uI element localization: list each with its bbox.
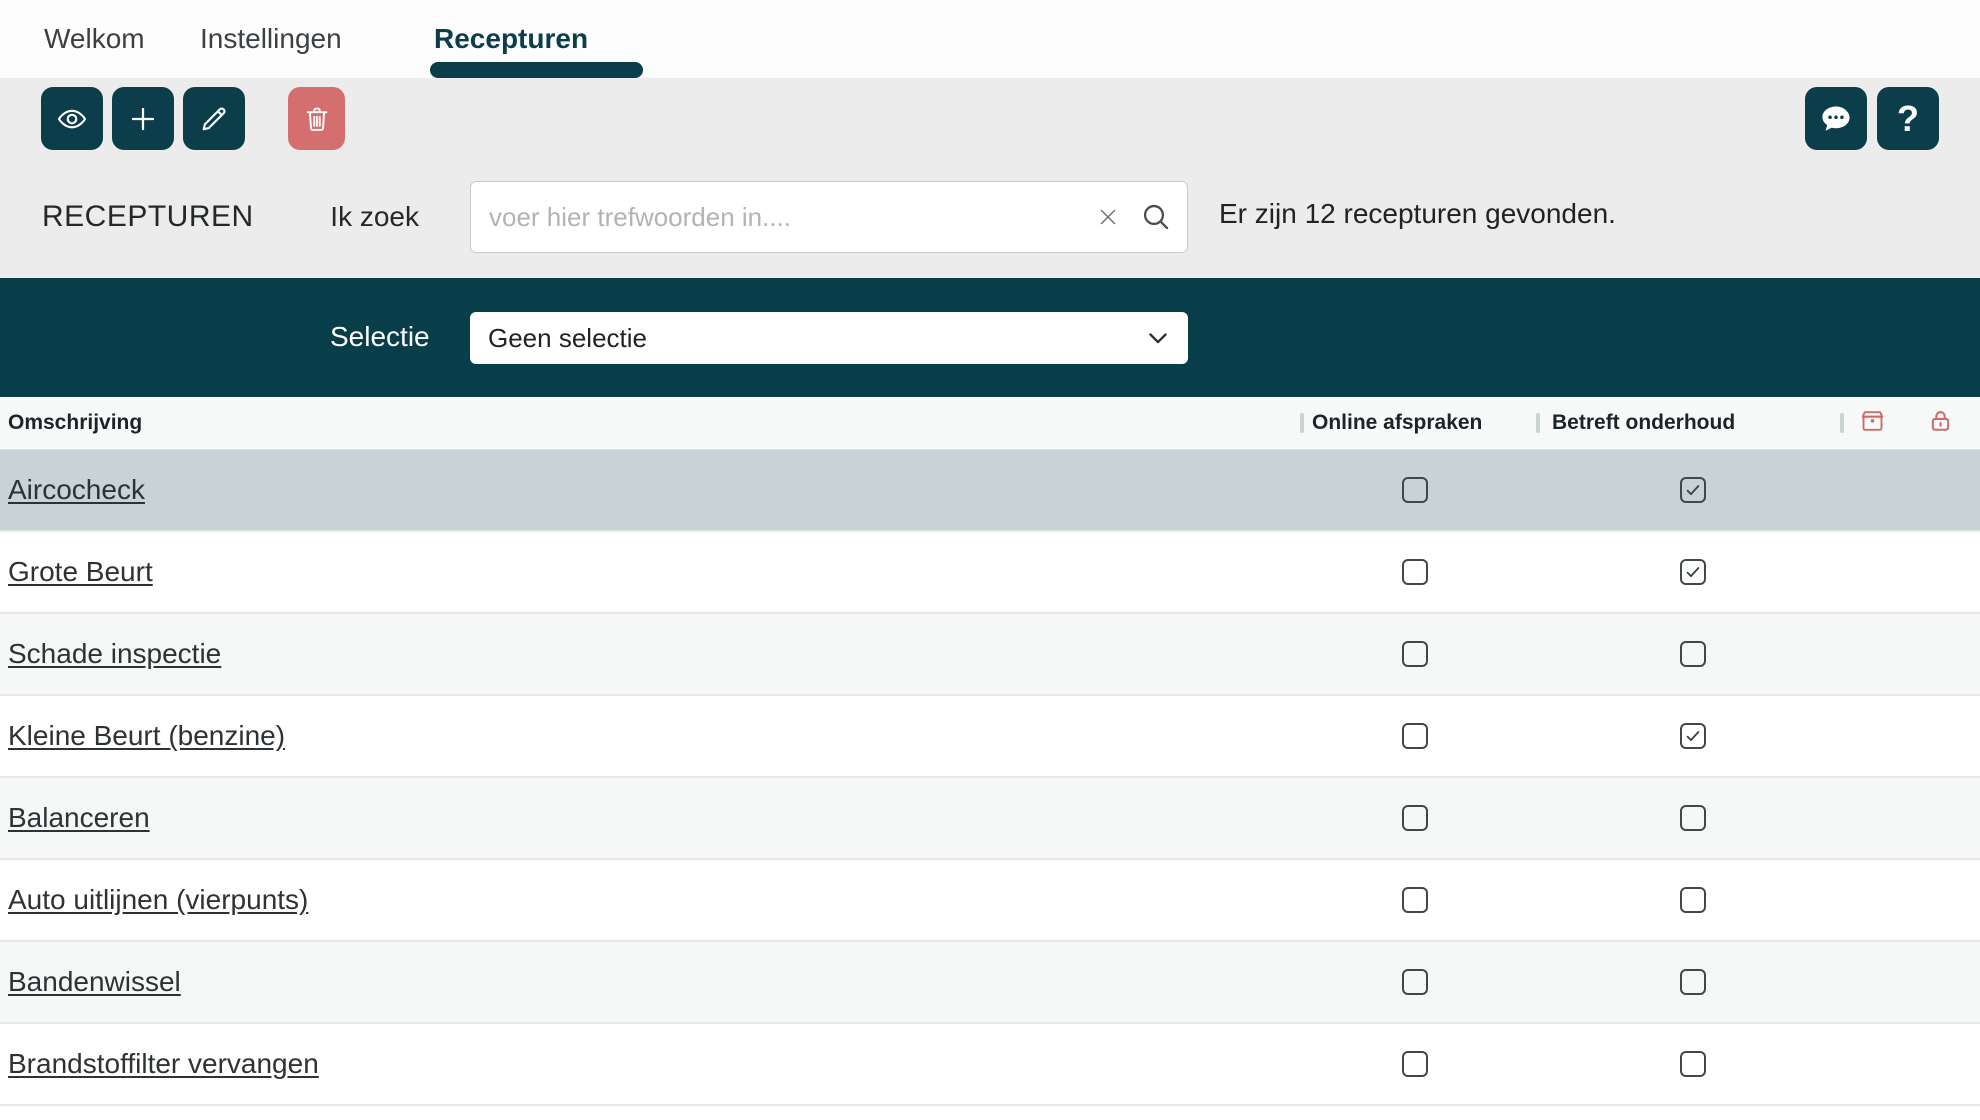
betreft-onderhoud-checkbox[interactable]	[1680, 969, 1706, 995]
row-name-cell: Schade inspectie	[0, 638, 1290, 670]
lock-icon	[1927, 407, 1954, 440]
recepturen-page: Welkom Instellingen Recepturen	[0, 0, 1980, 1120]
betreft-onderhoud-checkbox[interactable]	[1680, 559, 1706, 585]
row-online-cell	[1290, 477, 1540, 503]
row-online-cell	[1290, 969, 1540, 995]
plus-icon	[127, 103, 159, 135]
tab-welkom[interactable]: Welkom	[44, 0, 145, 78]
row-online-cell	[1290, 641, 1540, 667]
row-name-cell: Bandenwissel	[0, 966, 1290, 998]
row-betreft-cell	[1540, 887, 1845, 913]
table-row[interactable]: Brandstoffilter vervangen	[0, 1024, 1980, 1106]
trash-icon	[302, 103, 332, 135]
clear-search-icon[interactable]	[1096, 205, 1120, 234]
row-online-cell	[1290, 887, 1540, 913]
search-input[interactable]	[470, 181, 1188, 253]
betreft-onderhoud-checkbox[interactable]	[1680, 805, 1706, 831]
row-name-cell: Auto uitlijnen (vierpunts)	[0, 884, 1290, 916]
row-betreft-cell	[1540, 1051, 1845, 1077]
row-betreft-cell	[1540, 723, 1845, 749]
question-mark-icon: ?	[1897, 98, 1919, 140]
betreft-onderhoud-checkbox[interactable]	[1680, 887, 1706, 913]
pencil-icon	[198, 103, 230, 135]
row-name-cell: Grote Beurt	[0, 556, 1290, 588]
edit-button[interactable]	[183, 87, 245, 150]
row-name-cell: Brandstoffilter vervangen	[0, 1048, 1290, 1080]
header-online-afspraken[interactable]: Online afspraken	[1290, 411, 1540, 435]
selection-dropdown[interactable]: Geen selectie	[470, 312, 1188, 364]
online-afspraken-checkbox[interactable]	[1402, 723, 1428, 749]
online-afspraken-checkbox[interactable]	[1402, 805, 1428, 831]
add-button[interactable]	[112, 87, 174, 150]
search-icon[interactable]	[1140, 201, 1172, 238]
row-online-cell	[1290, 805, 1540, 831]
header-online-afspraken-label: Online afspraken	[1312, 411, 1482, 434]
header-package-column[interactable]	[1845, 407, 1900, 440]
column-divider	[1536, 413, 1540, 433]
row-betreft-cell	[1540, 969, 1845, 995]
betreft-onderhoud-checkbox[interactable]	[1680, 641, 1706, 667]
help-button[interactable]: ?	[1877, 87, 1939, 150]
eye-icon	[55, 104, 89, 134]
table-row[interactable]: Grote Beurt	[0, 532, 1980, 614]
table-row[interactable]: Aircocheck	[0, 450, 1980, 532]
online-afspraken-checkbox[interactable]	[1402, 559, 1428, 585]
online-afspraken-checkbox[interactable]	[1402, 477, 1428, 503]
row-link[interactable]: Brandstoffilter vervangen	[8, 1048, 319, 1079]
online-afspraken-checkbox[interactable]	[1402, 887, 1428, 913]
column-divider	[1840, 413, 1844, 433]
results-count-text: Er zijn 12 recepturen gevonden.	[1219, 198, 1616, 230]
page-title: RECEPTUREN	[42, 200, 254, 234]
chat-button[interactable]	[1805, 87, 1867, 150]
online-afspraken-checkbox[interactable]	[1402, 641, 1428, 667]
search-label: Ik zoek	[330, 201, 419, 233]
row-link[interactable]: Schade inspectie	[8, 638, 221, 669]
row-link[interactable]: Kleine Beurt (benzine)	[8, 720, 285, 751]
row-betreft-cell	[1540, 805, 1845, 831]
header-omschrijving[interactable]: Omschrijving	[0, 411, 1290, 435]
row-name-cell: Kleine Beurt (benzine)	[0, 720, 1290, 752]
selection-band: Selectie Geen selectie	[0, 278, 1980, 397]
betreft-onderhoud-checkbox[interactable]	[1680, 477, 1706, 503]
tab-instellingen[interactable]: Instellingen	[200, 0, 342, 78]
row-online-cell	[1290, 723, 1540, 749]
row-betreft-cell	[1540, 477, 1845, 503]
tab-bar: Welkom Instellingen Recepturen	[0, 0, 1980, 78]
package-icon	[1859, 407, 1886, 440]
active-tab-indicator	[430, 62, 643, 78]
chevron-down-icon	[1144, 324, 1172, 359]
betreft-onderhoud-checkbox[interactable]	[1680, 723, 1706, 749]
header-betreft-onderhoud-label: Betreft onderhoud	[1552, 411, 1735, 434]
row-betreft-cell	[1540, 559, 1845, 585]
chat-bubble-icon	[1819, 102, 1853, 136]
view-button[interactable]	[41, 87, 103, 150]
row-link[interactable]: Grote Beurt	[8, 556, 153, 587]
header-lock-column[interactable]	[1900, 407, 1980, 440]
row-name-cell: Aircocheck	[0, 474, 1290, 506]
online-afspraken-checkbox[interactable]	[1402, 1051, 1428, 1077]
online-afspraken-checkbox[interactable]	[1402, 969, 1428, 995]
table-row[interactable]: Auto uitlijnen (vierpunts)	[0, 860, 1980, 942]
betreft-onderhoud-checkbox[interactable]	[1680, 1051, 1706, 1077]
selection-label: Selectie	[330, 321, 430, 353]
row-name-cell: Balanceren	[0, 802, 1290, 834]
delete-button[interactable]	[288, 87, 345, 150]
table-row[interactable]: Kleine Beurt (benzine)	[0, 696, 1980, 778]
row-link[interactable]: Auto uitlijnen (vierpunts)	[8, 884, 308, 915]
table-row[interactable]: Schade inspectie	[0, 614, 1980, 696]
row-online-cell	[1290, 1051, 1540, 1077]
row-link[interactable]: Bandenwissel	[8, 966, 181, 997]
row-betreft-cell	[1540, 641, 1845, 667]
row-link[interactable]: Balanceren	[8, 802, 150, 833]
table-row[interactable]: Balanceren	[0, 778, 1980, 860]
row-link[interactable]: Aircocheck	[8, 474, 145, 505]
toolbar-area: ? RECEPTUREN Ik zoek Er zijn 12 receptur…	[0, 78, 1980, 278]
header-betreft-onderhoud[interactable]: Betreft onderhoud	[1540, 411, 1845, 435]
selection-dropdown-value: Geen selectie	[488, 323, 647, 354]
column-divider	[1300, 413, 1304, 433]
row-online-cell	[1290, 559, 1540, 585]
table-body: Aircocheck Grote Beurt	[0, 450, 1980, 1120]
table-header: Omschrijving Online afspraken Betreft on…	[0, 397, 1980, 450]
table-row[interactable]: Bandenwissel	[0, 942, 1980, 1024]
